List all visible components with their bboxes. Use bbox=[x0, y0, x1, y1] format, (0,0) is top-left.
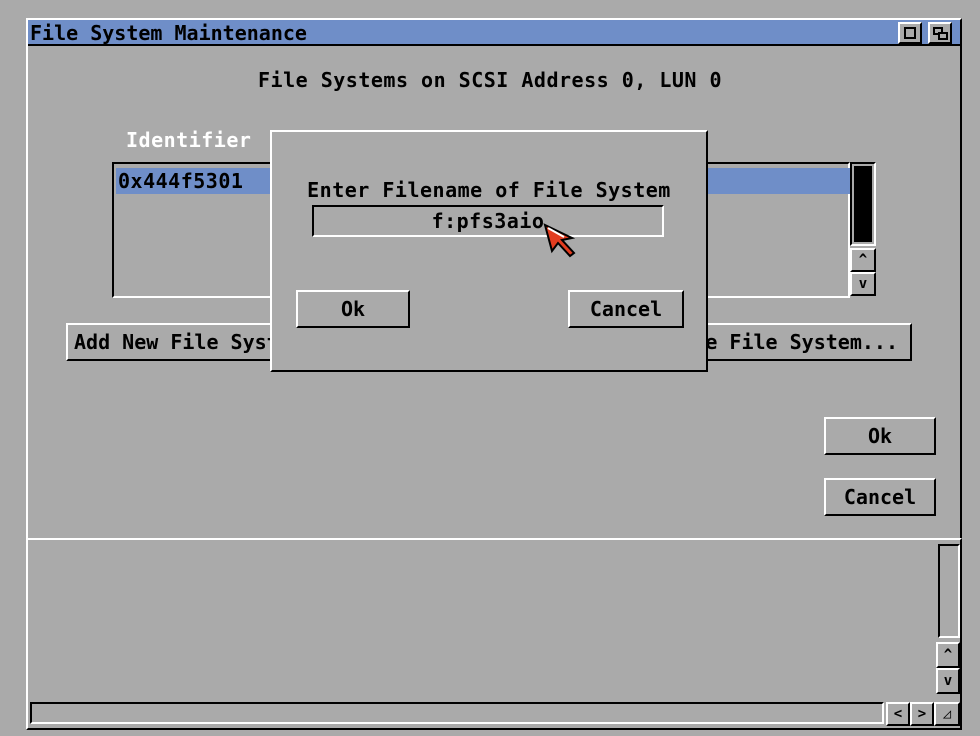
dialog-ok-button[interactable]: Ok bbox=[296, 290, 410, 328]
list-item-label: 0x444f5301 bbox=[118, 169, 244, 193]
window-title: File System Maintenance bbox=[30, 21, 307, 45]
lower-horizontal-scrollbar[interactable] bbox=[30, 702, 884, 724]
dialog-cancel-button[interactable]: Cancel bbox=[568, 290, 684, 328]
lower-scroll-right-icon[interactable]: > bbox=[910, 702, 934, 726]
filename-input[interactable]: f:pfs3aio bbox=[312, 205, 664, 237]
depth-gadget-icon[interactable] bbox=[928, 22, 952, 44]
lower-scroll-down-icon[interactable]: v bbox=[936, 668, 960, 694]
update-file-system-button[interactable]: e File System... bbox=[694, 323, 912, 361]
lower-resize-icon[interactable]: ◿ bbox=[934, 702, 960, 726]
main-ok-button[interactable]: Ok bbox=[824, 417, 936, 455]
filename-dialog bbox=[270, 130, 708, 372]
column-header-identifier: Identifier bbox=[126, 128, 252, 152]
lower-scroll-left-icon[interactable]: < bbox=[886, 702, 910, 726]
lower-vertical-scrollbar[interactable] bbox=[938, 544, 960, 638]
main-cancel-button[interactable]: Cancel bbox=[824, 478, 936, 516]
list-scroll-knob[interactable] bbox=[854, 166, 872, 242]
list-scroll-down-icon[interactable]: v bbox=[850, 272, 876, 296]
lower-scroll-up-icon[interactable]: ^ bbox=[936, 642, 960, 668]
dialog-prompt: Enter Filename of File System bbox=[307, 178, 671, 202]
mouse-pointer-icon bbox=[543, 223, 576, 258]
filename-input-value: f:pfs3aio bbox=[431, 209, 545, 233]
list-scroll-up-icon[interactable]: ^ bbox=[850, 248, 876, 272]
zoom-gadget-icon[interactable] bbox=[898, 22, 922, 44]
add-new-file-system-button[interactable]: Add New File Syst bbox=[66, 323, 286, 361]
page-heading: File Systems on SCSI Address 0, LUN 0 bbox=[258, 68, 723, 92]
